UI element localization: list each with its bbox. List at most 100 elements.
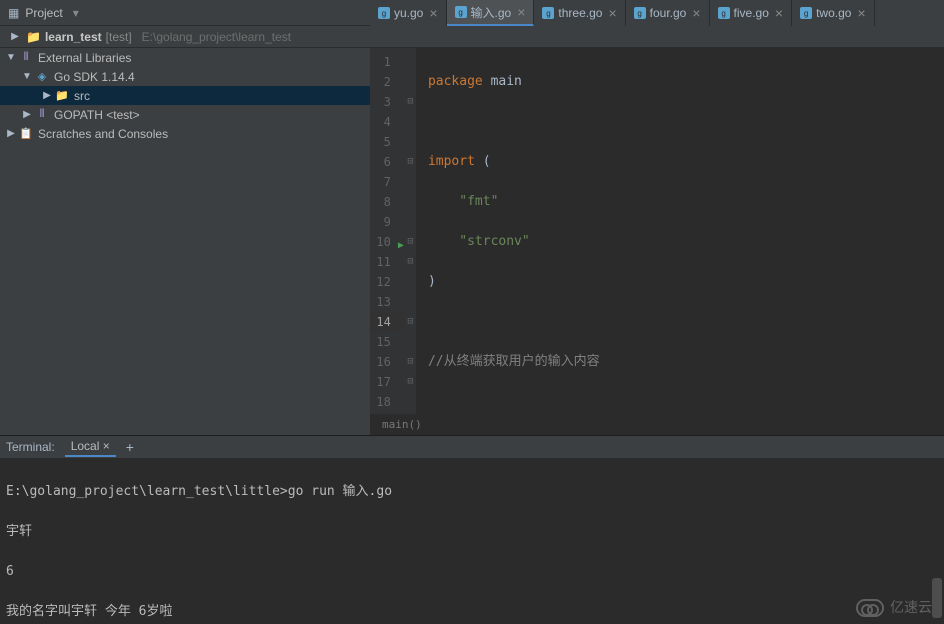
folder-icon: 📁 xyxy=(54,89,70,102)
scrollbar[interactable] xyxy=(932,578,942,618)
folder-icon: 📁 xyxy=(26,30,41,44)
close-icon[interactable]: × xyxy=(429,5,437,21)
fold-icon[interactable]: ⊟ xyxy=(405,352,416,372)
tab-three[interactable]: g three.go × xyxy=(534,0,625,26)
tree-src[interactable]: ▶ 📁 src xyxy=(0,86,370,105)
go-file-icon: g xyxy=(718,7,730,19)
go-file-icon: g xyxy=(542,7,554,19)
fold-icon[interactable]: ⊟ xyxy=(405,232,416,252)
tree-scratches[interactable]: ▶ 📋 Scratches and Consoles xyxy=(0,124,370,143)
tree-label: Scratches and Consoles xyxy=(38,127,168,141)
line-gutter: 1 2 3 4 5 6 7 8 9 10▶ 11 12 13 14 15 16 … xyxy=(370,48,405,414)
fold-gutter: ⊟ ⊟ ⊟ ⊟ ⊟ ⊟ ⊟ xyxy=(405,48,416,414)
tab-label: 输入.go xyxy=(471,4,512,21)
close-icon[interactable]: × xyxy=(692,5,700,21)
breadcrumb-path: E:\golang_project\learn_test xyxy=(142,30,291,44)
fold-end-icon[interactable]: ⊟ xyxy=(405,152,416,172)
editor[interactable]: 1 2 3 4 5 6 7 8 9 10▶ 11 12 13 14 15 16 … xyxy=(370,48,944,435)
watermark: 亿速云 xyxy=(856,598,932,618)
terminal-header: Terminal: Local × + xyxy=(0,436,944,458)
tree-external-libraries[interactable]: ▼ ⫴ External Libraries xyxy=(0,48,370,67)
go-file-icon: g xyxy=(378,7,390,19)
breadcrumb-folder[interactable]: learn_test xyxy=(45,30,102,44)
close-icon[interactable]: × xyxy=(103,439,110,453)
line-number: 5 xyxy=(370,132,405,152)
line-number: 12 xyxy=(370,272,405,292)
chevron-right-icon[interactable]: ▶ xyxy=(4,128,18,139)
terminal-line: 我的名字叫宇轩 今年 6岁啦 xyxy=(6,602,938,622)
line-number: 1 xyxy=(370,52,405,72)
line-number: 18 xyxy=(370,392,405,412)
tree-gopath[interactable]: ▶ ⫴ GOPATH <test> xyxy=(0,105,370,124)
line-number: 8 xyxy=(370,192,405,212)
chevron-right-icon[interactable]: ▶ xyxy=(40,90,54,101)
line-number: 10▶ xyxy=(370,232,405,252)
tree-label: External Libraries xyxy=(38,51,131,65)
line-number: 11 xyxy=(370,252,405,272)
terminal-panel: Terminal: Local × + E:\golang_project\le… xyxy=(0,435,944,624)
line-number: 4 xyxy=(370,112,405,132)
terminal-title: Terminal: xyxy=(6,440,55,454)
line-number: 2 xyxy=(370,72,405,92)
close-icon[interactable]: × xyxy=(775,5,783,21)
fold-icon[interactable]: ⊟ xyxy=(405,92,416,112)
fold-end-icon[interactable]: ⊟ xyxy=(405,312,416,332)
chevron-down-icon[interactable]: ▼ xyxy=(4,52,18,63)
breadcrumb-tag: [test] xyxy=(106,30,132,44)
tab-two[interactable]: g two.go × xyxy=(792,0,875,26)
line-number: 16 xyxy=(370,352,405,372)
go-sdk-icon: ◈ xyxy=(34,70,50,83)
expand-arrow-icon[interactable]: ▶ xyxy=(8,31,22,42)
editor-tabs: gyu.go× g输入.go× gthree.go× gfour.go× gfi… xyxy=(370,0,944,26)
fold-icon[interactable]: ⊟ xyxy=(405,372,416,392)
tab-input[interactable]: g 输入.go × xyxy=(447,0,535,26)
tab-four[interactable]: g four.go × xyxy=(626,0,710,26)
terminal-tab-local[interactable]: Local × xyxy=(65,437,116,457)
chevron-down-icon[interactable]: ▼ xyxy=(20,71,34,82)
terminal-line: E:\golang_project\learn_test\little>go r… xyxy=(6,482,938,502)
library-icon: ⫴ xyxy=(34,108,50,121)
line-number: 15 xyxy=(370,332,405,352)
add-terminal-button[interactable]: + xyxy=(126,439,134,455)
tab-label: two.go xyxy=(816,6,851,20)
chevron-right-icon[interactable]: ▶ xyxy=(20,109,34,120)
fold-icon[interactable]: ⊟ xyxy=(405,252,416,272)
project-label[interactable]: Project xyxy=(25,6,62,20)
close-icon[interactable]: × xyxy=(857,5,865,21)
close-icon[interactable]: × xyxy=(608,5,616,21)
go-file-icon: g xyxy=(634,7,646,19)
chevron-down-icon[interactable]: ▾ xyxy=(73,6,79,20)
line-number: 19 xyxy=(370,412,405,414)
tab-yu[interactable]: g yu.go × xyxy=(370,0,447,26)
close-icon[interactable]: × xyxy=(517,4,525,20)
tab-label: three.go xyxy=(558,6,602,20)
line-number: 6 xyxy=(370,152,405,172)
line-number: 14 xyxy=(370,312,405,332)
breadcrumb-status: main() xyxy=(370,414,944,435)
tree-label: GOPATH <test> xyxy=(54,108,140,122)
go-file-icon: g xyxy=(800,7,812,19)
terminal-output[interactable]: E:\golang_project\learn_test\little>go r… xyxy=(0,458,944,624)
tab-label: yu.go xyxy=(394,6,423,20)
scratches-icon: 📋 xyxy=(18,127,34,140)
go-file-icon: g xyxy=(455,6,467,18)
line-number: 9 xyxy=(370,212,405,232)
tree-go-sdk[interactable]: ▼ ◈ Go SDK 1.14.4 xyxy=(0,67,370,86)
line-number: 3 xyxy=(370,92,405,112)
project-tree[interactable]: ▼ ⫴ External Libraries ▼ ◈ Go SDK 1.14.4… xyxy=(0,48,370,435)
library-icon: ⫴ xyxy=(18,51,34,64)
watermark-icon xyxy=(856,599,884,617)
line-number: 17 xyxy=(370,372,405,392)
line-number: 7 xyxy=(370,172,405,192)
line-number: 13 xyxy=(370,292,405,312)
tab-label: four.go xyxy=(650,6,687,20)
project-icon: ▦ xyxy=(8,6,19,20)
tree-label: Go SDK 1.14.4 xyxy=(54,70,135,84)
tab-label: five.go xyxy=(734,6,769,20)
tree-label: src xyxy=(74,89,90,103)
code-content[interactable]: package main import ( "fmt" "strconv" ) … xyxy=(416,48,944,414)
tab-five[interactable]: g five.go × xyxy=(710,0,793,26)
terminal-line: 6 xyxy=(6,562,938,582)
watermark-text: 亿速云 xyxy=(890,598,932,618)
breadcrumb: ▶ 📁 learn_test [test] E:\golang_project\… xyxy=(0,26,944,48)
